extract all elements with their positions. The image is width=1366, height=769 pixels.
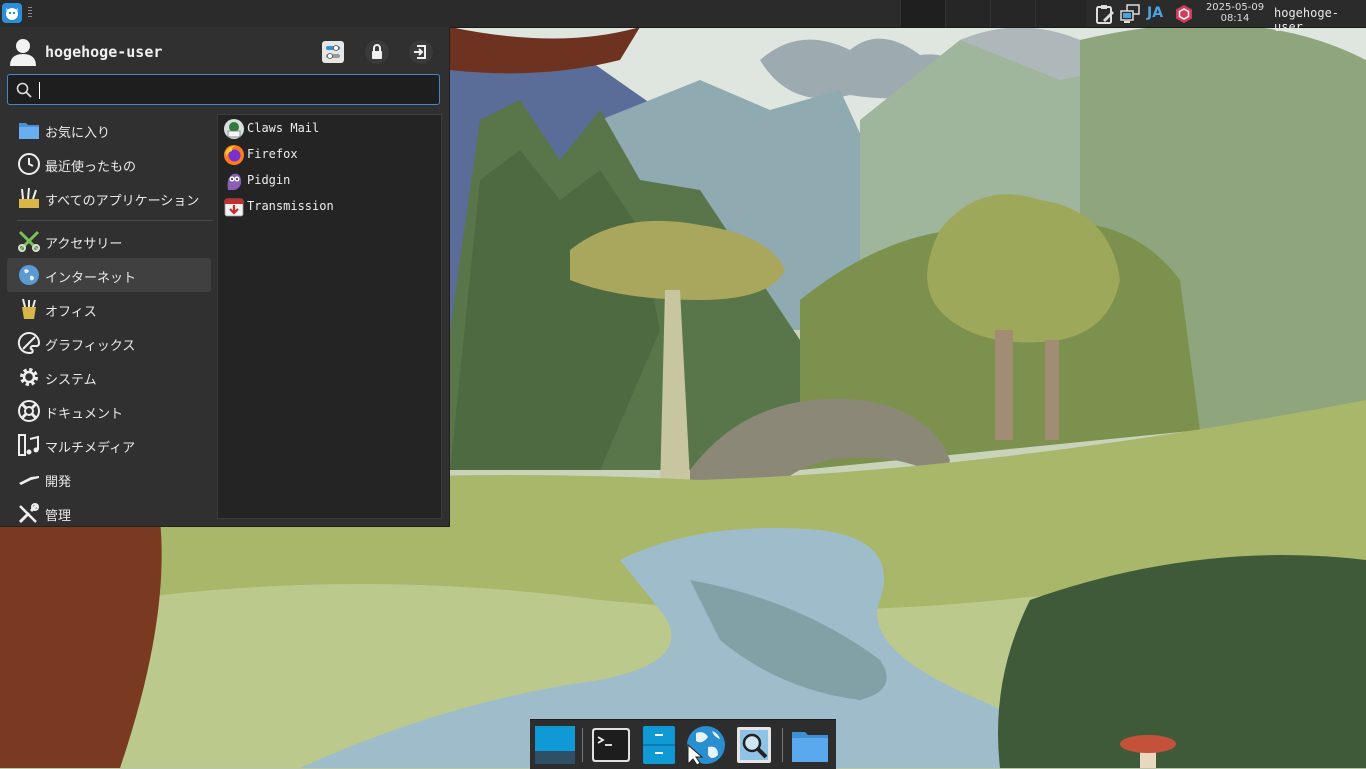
claws-mail-icon: [224, 119, 244, 139]
category-office[interactable]: オフィス: [7, 292, 211, 326]
admin-icon: [18, 503, 39, 524]
lock-icon[interactable]: [364, 39, 390, 65]
category-label: インターネット: [45, 271, 137, 286]
internet-icon: [19, 265, 39, 285]
category-recent[interactable]: 最近使ったもの: [7, 147, 211, 181]
dock: [530, 719, 836, 769]
pidgin-icon: [227, 173, 242, 190]
category-documentation[interactable]: ドキュメント: [7, 394, 211, 428]
category-label: オフィス: [45, 305, 97, 320]
folder-icon[interactable]: [789, 725, 831, 765]
category-label: 開発: [45, 475, 72, 490]
category-label: グラフィックス: [45, 339, 136, 354]
app-label: Transmission: [247, 199, 334, 213]
category-system[interactable]: システム: [7, 360, 211, 394]
accessories-icon: [18, 230, 40, 252]
app-pidgin[interactable]: Pidgin: [220, 168, 440, 194]
category-label: お気に入り: [45, 126, 111, 141]
app-label: Claws Mail: [247, 121, 320, 135]
input-method-label[interactable]: JA: [1147, 5, 1163, 21]
workspace-4[interactable]: [1035, 0, 1086, 27]
whisker-menu-icon[interactable]: [2, 3, 22, 23]
app-claws-mail[interactable]: Claws Mail: [220, 116, 440, 142]
dock-separator: [782, 728, 783, 762]
office-icon: [22, 298, 36, 319]
app-finder-icon[interactable]: [733, 725, 775, 765]
category-separator: [17, 220, 213, 221]
workspace-2[interactable]: [945, 0, 990, 27]
all-apps-icon: [19, 187, 39, 208]
user-avatar-icon: [10, 39, 36, 66]
text-caret: [39, 82, 40, 99]
category-label: マルチメディア: [45, 441, 136, 456]
category-all-applications[interactable]: すべてのアプリケーション: [7, 181, 211, 215]
category-label: アクセサリー: [45, 237, 123, 252]
development-icon: [19, 476, 39, 485]
app-transmission[interactable]: Transmission: [220, 194, 440, 220]
category-administration[interactable]: 管理: [7, 496, 211, 530]
application-list: Claws Mail Firefox Pidgin Transmission: [217, 114, 442, 519]
transmission-icon: [224, 198, 244, 217]
network-icon[interactable]: [1119, 3, 1141, 25]
app-firefox[interactable]: Firefox: [220, 142, 440, 168]
clock-date[interactable]: 2025-05-09: [1205, 2, 1265, 13]
app-label: Firefox: [247, 147, 298, 161]
application-menu: hogehoge-user お気に入り 最近使ったもの すべてのアプリケーション…: [0, 27, 450, 527]
terminal-icon[interactable]: [590, 725, 632, 765]
panel-handle[interactable]: [28, 7, 32, 19]
top-panel: JA 2025-05-09 08:14 hogehoge-user: [0, 0, 1366, 34]
app-label: Pidgin: [247, 173, 291, 187]
category-label: システム: [45, 373, 97, 388]
search-box[interactable]: [7, 74, 440, 105]
graphics-icon: [17, 331, 40, 354]
panel-username[interactable]: hogehoge-user: [1274, 6, 1366, 34]
menu-username: hogehoge-user: [45, 43, 163, 61]
settings-icon[interactable]: [320, 39, 346, 65]
category-label: 管理: [45, 509, 72, 524]
firefox-icon: [224, 145, 244, 165]
category-label: ドキュメント: [45, 407, 124, 422]
multimedia-icon: [18, 434, 39, 456]
category-label: すべてのアプリケーション: [45, 194, 200, 209]
workspace-3[interactable]: [990, 0, 1035, 27]
help-icon: [18, 400, 40, 422]
category-accessories[interactable]: アクセサリー: [7, 224, 211, 258]
category-favorites[interactable]: お気に入り: [7, 113, 211, 147]
dock-separator: [582, 728, 583, 762]
category-multimedia[interactable]: マルチメディア: [7, 428, 211, 462]
clock-time[interactable]: 08:14: [1205, 13, 1265, 24]
favorites-icon: [19, 123, 39, 139]
category-development[interactable]: 開発: [7, 462, 211, 496]
clipboard-icon[interactable]: [1094, 3, 1116, 25]
search-input[interactable]: [38, 79, 437, 103]
logout-icon[interactable]: [408, 39, 434, 65]
category-graphics[interactable]: グラフィックス: [7, 326, 211, 360]
category-internet[interactable]: インターネット: [7, 258, 211, 292]
show-desktop-icon[interactable]: [534, 725, 576, 765]
recent-icon: [18, 153, 40, 175]
search-icon: [16, 82, 32, 98]
web-browser-icon[interactable]: [684, 725, 726, 765]
category-label: 最近使ったもの: [45, 160, 137, 175]
file-manager-icon[interactable]: [638, 725, 680, 765]
workspace-1[interactable]: [900, 0, 945, 27]
system-icon: [20, 368, 38, 386]
fcitx-icon[interactable]: [1173, 3, 1195, 25]
